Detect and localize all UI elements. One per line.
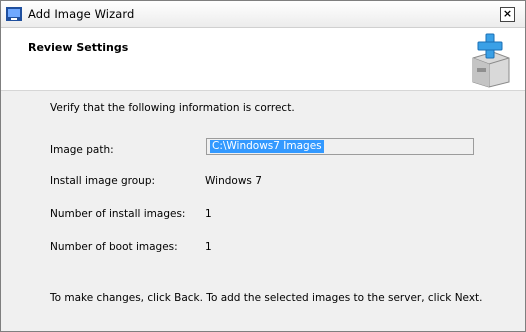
install-group-value: Windows 7 (205, 175, 262, 187)
review-settings-panel: Verify that the following information is… (1, 91, 525, 331)
close-button[interactable]: × (500, 7, 515, 22)
wizard-header: Review Settings (1, 28, 525, 91)
page-title: Review Settings (28, 41, 129, 54)
wizard-window: Add Image Wizard × Review Settings Verif… (0, 0, 526, 332)
intro-text: Verify that the following information is… (50, 102, 295, 114)
install-count-label: Number of install images: (50, 208, 186, 220)
image-path-label: Image path: (50, 144, 114, 156)
app-icon (6, 7, 22, 21)
title-bar[interactable]: Add Image Wizard × (1, 1, 525, 28)
image-path-value[interactable]: C:\Windows7 Images (210, 140, 324, 153)
add-image-box-icon (472, 33, 510, 88)
install-count-value: 1 (205, 208, 212, 220)
instructions-text: To make changes, click Back. To add the … (50, 292, 483, 304)
boot-count-value: 1 (205, 241, 212, 253)
image-path-field[interactable]: C:\Windows7 Images (206, 138, 474, 155)
boot-count-label: Number of boot images: (50, 241, 178, 253)
window-title: Add Image Wizard (28, 7, 135, 21)
install-group-label: Install image group: (50, 175, 156, 187)
